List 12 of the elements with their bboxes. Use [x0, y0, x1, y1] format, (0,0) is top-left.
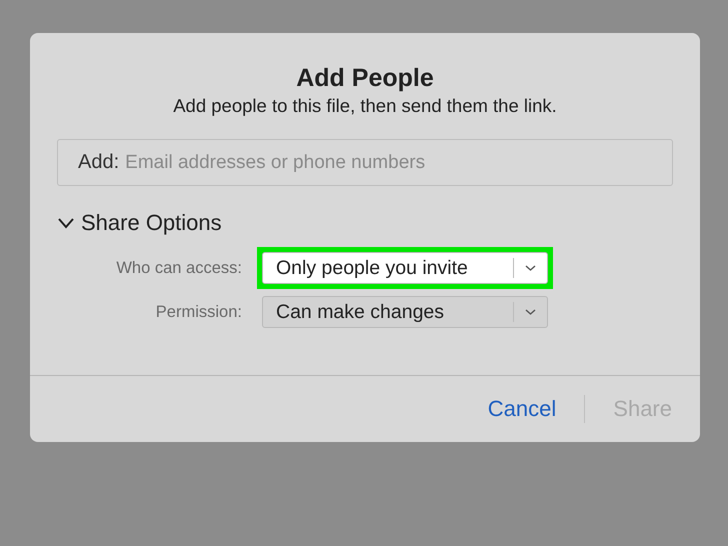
add-label: Add: [78, 151, 120, 174]
dialog-subtitle: Add people to this file, then send them the link. [172, 94, 558, 118]
option-label: Permission: [156, 302, 242, 322]
dropdown[interactable]: Can make changes [262, 296, 548, 328]
option-label: Who can access: [116, 258, 242, 278]
cancel-button[interactable]: Cancel [488, 396, 556, 422]
dropdown[interactable]: Only people you invite [262, 252, 548, 284]
dialog-title: Add People [295, 63, 435, 93]
recipients-input[interactable]: Email addresses or phone numbers [125, 152, 652, 174]
share-options-toggle[interactable]: Share Options [57, 210, 222, 236]
chevron-icon [57, 217, 75, 229]
add-field[interactable]: Add: Email addresses or phone numbers [57, 139, 673, 186]
